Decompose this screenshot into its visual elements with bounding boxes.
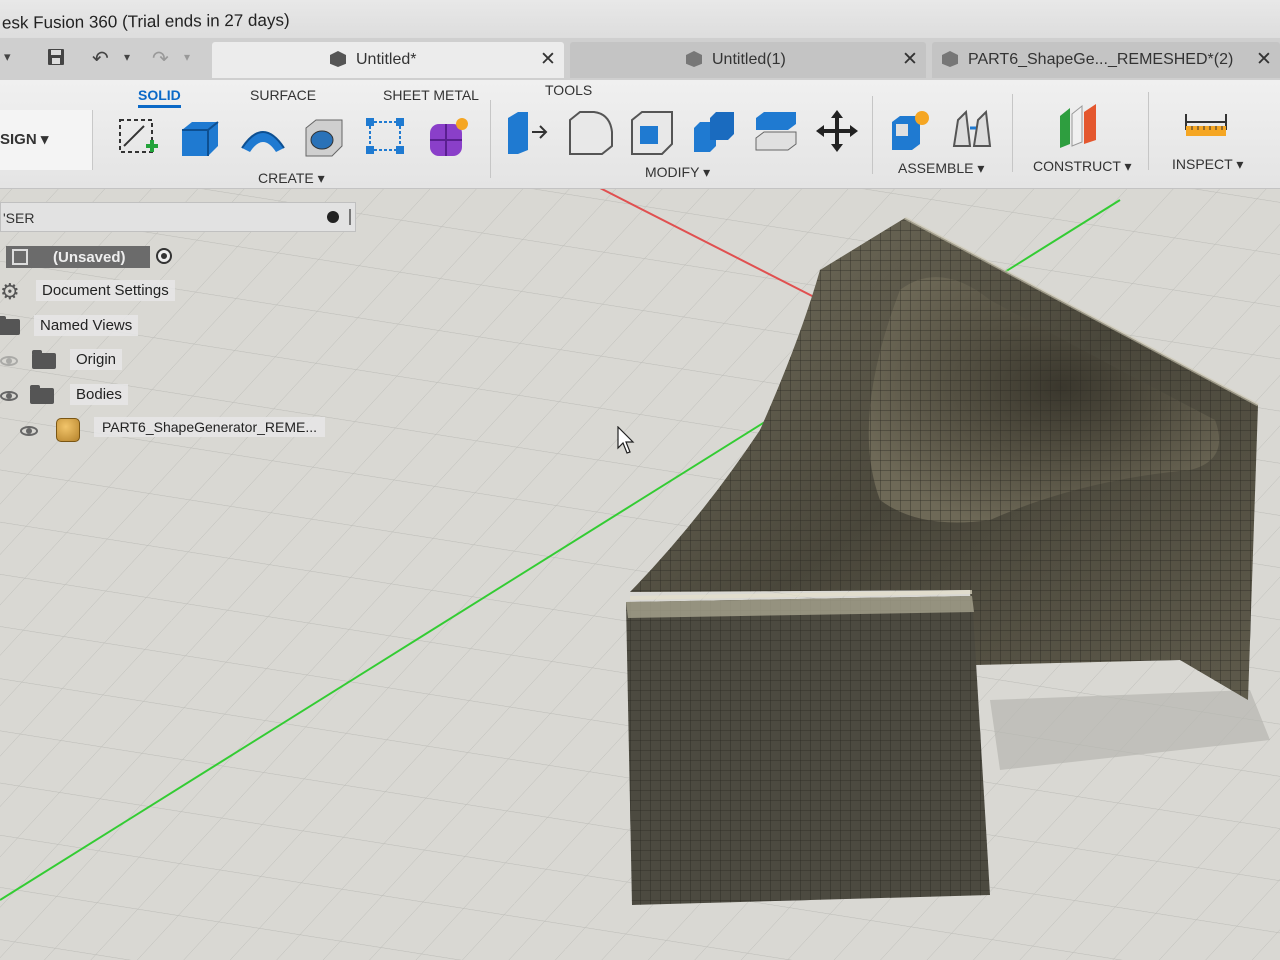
combine-icon[interactable] (690, 110, 734, 154)
tab-label: PART6_ShapeGe..._REMESHED*(2) (968, 51, 1234, 68)
tab-surface[interactable]: SURFACE (250, 87, 316, 103)
revolve-icon[interactable] (240, 118, 285, 162)
undo-icon[interactable]: ↶ (92, 46, 109, 71)
press-pull-icon[interactable] (504, 110, 548, 154)
create-sketch-icon[interactable] (116, 116, 160, 160)
document-icon (686, 51, 702, 67)
folder-icon (32, 350, 56, 369)
document-icon (12, 249, 28, 265)
item-label: Origin (76, 351, 117, 368)
browser-item-bodies[interactable]: Bodies (70, 384, 128, 405)
tab-untitled-1[interactable]: Untitled(1) ✕ (570, 42, 926, 78)
tab-tools[interactable]: TOOLS (545, 82, 592, 98)
close-icon[interactable]: ✕ (902, 48, 918, 71)
workspace-switcher[interactable]: SIGN ▾ (0, 110, 93, 170)
tab-part6-remeshed[interactable]: PART6_ShapeGe..._REMESHED*(2) ✕ (932, 42, 1280, 78)
panel-pin-icon[interactable] (349, 209, 351, 225)
redo-icon[interactable]: ↷ (152, 46, 169, 71)
close-icon[interactable]: ✕ (540, 48, 556, 71)
ribbon-separator (1148, 92, 1149, 170)
body-icon (56, 418, 80, 442)
item-label: PART6_ShapeGenerator_REME... (102, 419, 318, 435)
ribbon-separator (872, 96, 873, 174)
grid-dropdown-icon[interactable]: ▾ (4, 49, 11, 65)
redo-dropdown-icon[interactable]: ▾ (184, 50, 190, 64)
offset-plane-icon[interactable] (1056, 102, 1100, 148)
construct-menu[interactable]: CONSTRUCT ▾ (1033, 158, 1132, 175)
close-icon[interactable]: ✕ (1256, 48, 1272, 71)
item-label: Named Views (40, 317, 133, 334)
document-icon (942, 51, 958, 67)
create-form-icon[interactable] (426, 114, 470, 158)
root-label: (Unsaved) (53, 249, 126, 266)
folder-icon (30, 385, 54, 404)
browser-item-named-views[interactable]: Named Views (34, 315, 139, 336)
browser-title: 'SER (3, 210, 35, 226)
folder-icon (0, 316, 20, 335)
browser-header: 'SER (0, 202, 356, 232)
item-label: Bodies (76, 386, 122, 403)
new-component-icon[interactable] (888, 108, 932, 152)
canvas-viewport[interactable] (0, 188, 1280, 960)
pattern-icon[interactable] (364, 116, 408, 160)
undo-dropdown-icon[interactable]: ▾ (124, 50, 130, 64)
visibility-eye-icon[interactable] (0, 356, 18, 366)
tab-label: Untitled(1) (712, 51, 786, 68)
visibility-eye-icon[interactable] (20, 426, 38, 436)
browser-item-body-part6[interactable]: PART6_ShapeGenerator_REME... (94, 417, 326, 437)
title-bar: esk Fusion 360 (Trial ends in 27 days) (0, 0, 1280, 42)
tab-solid[interactable]: SOLID (138, 87, 181, 108)
extrude-icon[interactable] (178, 116, 222, 160)
collapse-icon[interactable] (327, 211, 339, 223)
document-tab-bar: ▾ ↶ ▾ ↷ ▾ Untitled* ✕ Untitled(1) ✕ PART… (0, 38, 1280, 81)
shell-icon[interactable] (628, 110, 673, 155)
joint-icon[interactable] (950, 106, 994, 150)
create-menu[interactable]: CREATE ▾ (258, 170, 325, 187)
gear-icon: ⚙ (0, 279, 20, 304)
browser-item-document-settings[interactable]: Document Settings (36, 280, 175, 301)
save-icon[interactable] (46, 47, 66, 67)
tab-sheet-metal[interactable]: SHEET METAL (383, 87, 479, 103)
window-title: esk Fusion 360 (Trial ends in 27 days) (1, 10, 290, 33)
mouse-cursor-icon (617, 426, 635, 454)
ribbon-separator (1012, 94, 1013, 172)
hole-icon[interactable] (302, 116, 346, 160)
tab-label: Untitled* (356, 51, 417, 68)
viewport-scene (0, 188, 1280, 960)
move-icon[interactable] (814, 108, 858, 152)
item-label: Document Settings (42, 282, 169, 299)
ribbon-separator (490, 100, 491, 178)
tab-untitled[interactable]: Untitled* ✕ (212, 42, 564, 78)
fillet-icon[interactable] (566, 110, 613, 155)
document-icon (330, 51, 346, 67)
activate-radio-icon[interactable] (156, 248, 172, 264)
browser-root-node[interactable]: (Unsaved) (6, 246, 150, 268)
workspace-label: SIGN ▾ (0, 131, 49, 148)
visibility-eye-icon[interactable] (0, 391, 18, 401)
inspect-menu[interactable]: INSPECT ▾ (1172, 156, 1243, 173)
measure-icon[interactable] (1184, 104, 1228, 148)
split-face-icon[interactable] (752, 110, 797, 154)
browser-item-origin[interactable]: Origin (70, 349, 123, 370)
toolbar-ribbon: SIGN ▾ SOLID SURFACE SHEET METAL TOOLS C… (0, 80, 1280, 189)
assemble-menu[interactable]: ASSEMBLE ▾ (898, 160, 984, 177)
modify-menu[interactable]: MODIFY ▾ (645, 164, 710, 181)
